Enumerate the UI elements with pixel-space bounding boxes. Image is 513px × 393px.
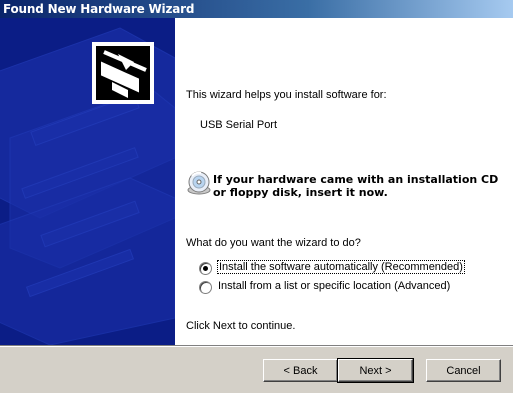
radio-install-auto[interactable] — [199, 262, 212, 275]
cd-icon — [187, 171, 211, 195]
radio-install-auto-label[interactable]: Install the software automatically (Reco… — [217, 260, 465, 274]
cancel-button[interactable]: Cancel — [426, 359, 501, 382]
radio-install-advanced-label[interactable]: Install from a list or specific location… — [218, 280, 450, 292]
back-button[interactable]: < Back — [263, 359, 338, 382]
next-button[interactable]: Next > — [337, 358, 414, 383]
continue-text: Click Next to continue. — [186, 320, 296, 332]
intro-text: This wizard helps you install software f… — [186, 89, 387, 101]
wizard-banner — [0, 18, 175, 345]
banner-art — [0, 27, 175, 345]
title-bar[interactable]: Found New Hardware Wizard — [0, 0, 513, 18]
cd-prompt: If your hardware came with an installati… — [213, 173, 499, 199]
window-title: Found New Hardware Wizard — [3, 2, 195, 16]
radio-install-advanced[interactable] — [199, 281, 212, 294]
question-text: What do you want the wizard to do? — [186, 237, 361, 249]
device-name: USB Serial Port — [200, 119, 278, 131]
wizard-content: This wizard helps you install software f… — [175, 18, 513, 345]
hardware-icon — [92, 42, 154, 104]
